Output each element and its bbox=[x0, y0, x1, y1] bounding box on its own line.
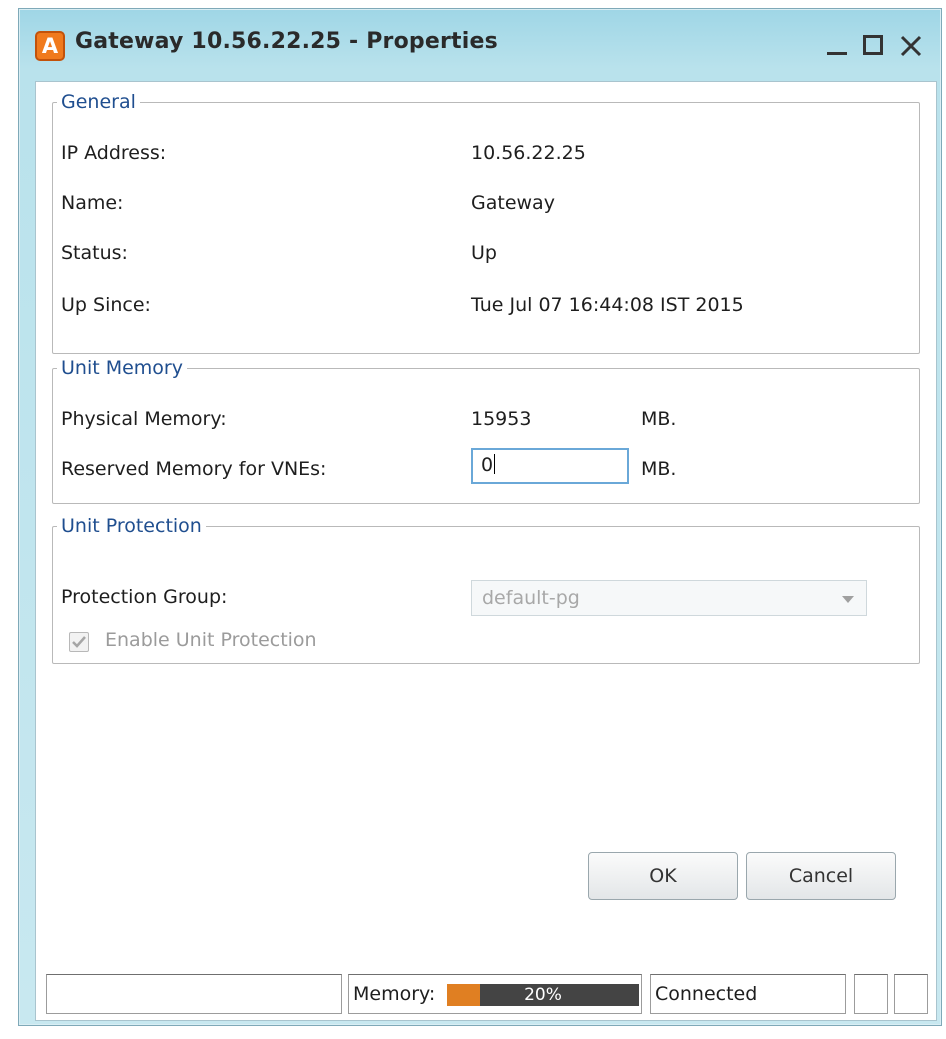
unit-memory-legend: Unit Memory bbox=[61, 357, 183, 379]
app-logo-icon: A bbox=[35, 31, 65, 61]
physical-memory-unit: MB. bbox=[641, 408, 677, 430]
physical-memory-label: Physical Memory: bbox=[61, 408, 227, 430]
reserved-memory-value: 0 bbox=[481, 454, 494, 476]
status-label: Status: bbox=[61, 242, 128, 264]
close-icon[interactable] bbox=[895, 27, 927, 61]
chevron-down-icon bbox=[842, 596, 854, 603]
physical-memory-value: 15953 bbox=[471, 408, 532, 430]
memory-percent-text: 20% bbox=[524, 985, 562, 1005]
reserved-memory-input[interactable]: 0 bbox=[471, 448, 629, 484]
ip-address-label: IP Address: bbox=[61, 142, 167, 164]
connection-status: Connected bbox=[650, 974, 846, 1014]
general-group: General IP Address: 10.56.22.25 Name: Ga… bbox=[52, 92, 920, 354]
ip-address-value: 10.56.22.25 bbox=[471, 142, 586, 164]
unit-memory-group: Unit Memory Physical Memory: 15953 MB. R… bbox=[52, 358, 920, 504]
protection-group-value: default-pg bbox=[482, 587, 580, 609]
ok-button[interactable]: OK bbox=[588, 852, 738, 900]
up-since-label: Up Since: bbox=[61, 294, 151, 316]
checkmark-icon bbox=[72, 636, 86, 648]
maximize-icon[interactable] bbox=[857, 27, 889, 61]
minimize-icon[interactable] bbox=[821, 27, 853, 61]
enable-unit-protection-label: Enable Unit Protection bbox=[105, 629, 317, 651]
name-label: Name: bbox=[61, 192, 124, 214]
properties-window: A Gateway 10.56.22.25 - Properties Gener… bbox=[18, 8, 942, 1026]
dialog-body: General IP Address: 10.56.22.25 Name: Ga… bbox=[35, 81, 937, 1021]
general-legend: General bbox=[61, 91, 136, 113]
protection-group-select[interactable]: default-pg bbox=[471, 580, 867, 616]
status-cell-empty bbox=[46, 974, 342, 1014]
status-cell-small-1 bbox=[854, 974, 888, 1014]
title-bar[interactable]: A Gateway 10.56.22.25 - Properties bbox=[19, 9, 941, 81]
reserved-memory-unit: MB. bbox=[641, 458, 677, 480]
status-value: Up bbox=[471, 242, 497, 264]
name-value: Gateway bbox=[471, 192, 555, 214]
unit-protection-group: Unit Protection Protection Group: defaul… bbox=[52, 516, 920, 664]
memory-status-cell: Memory: 20% bbox=[348, 974, 642, 1014]
status-bar: Memory: 20% Connected bbox=[46, 974, 936, 1014]
memory-label: Memory: bbox=[353, 983, 436, 1005]
protection-group-label: Protection Group: bbox=[61, 586, 228, 608]
enable-unit-protection-checkbox[interactable] bbox=[69, 632, 89, 652]
unit-protection-legend: Unit Protection bbox=[61, 515, 202, 537]
window-title: Gateway 10.56.22.25 - Properties bbox=[75, 29, 498, 54]
up-since-value: Tue Jul 07 16:44:08 IST 2015 bbox=[471, 294, 744, 316]
memory-progress-bar: 20% bbox=[447, 984, 639, 1006]
text-caret bbox=[494, 454, 496, 474]
reserved-memory-label: Reserved Memory for VNEs: bbox=[61, 458, 327, 480]
status-cell-small-2 bbox=[894, 974, 928, 1014]
cancel-button[interactable]: Cancel bbox=[746, 852, 896, 900]
